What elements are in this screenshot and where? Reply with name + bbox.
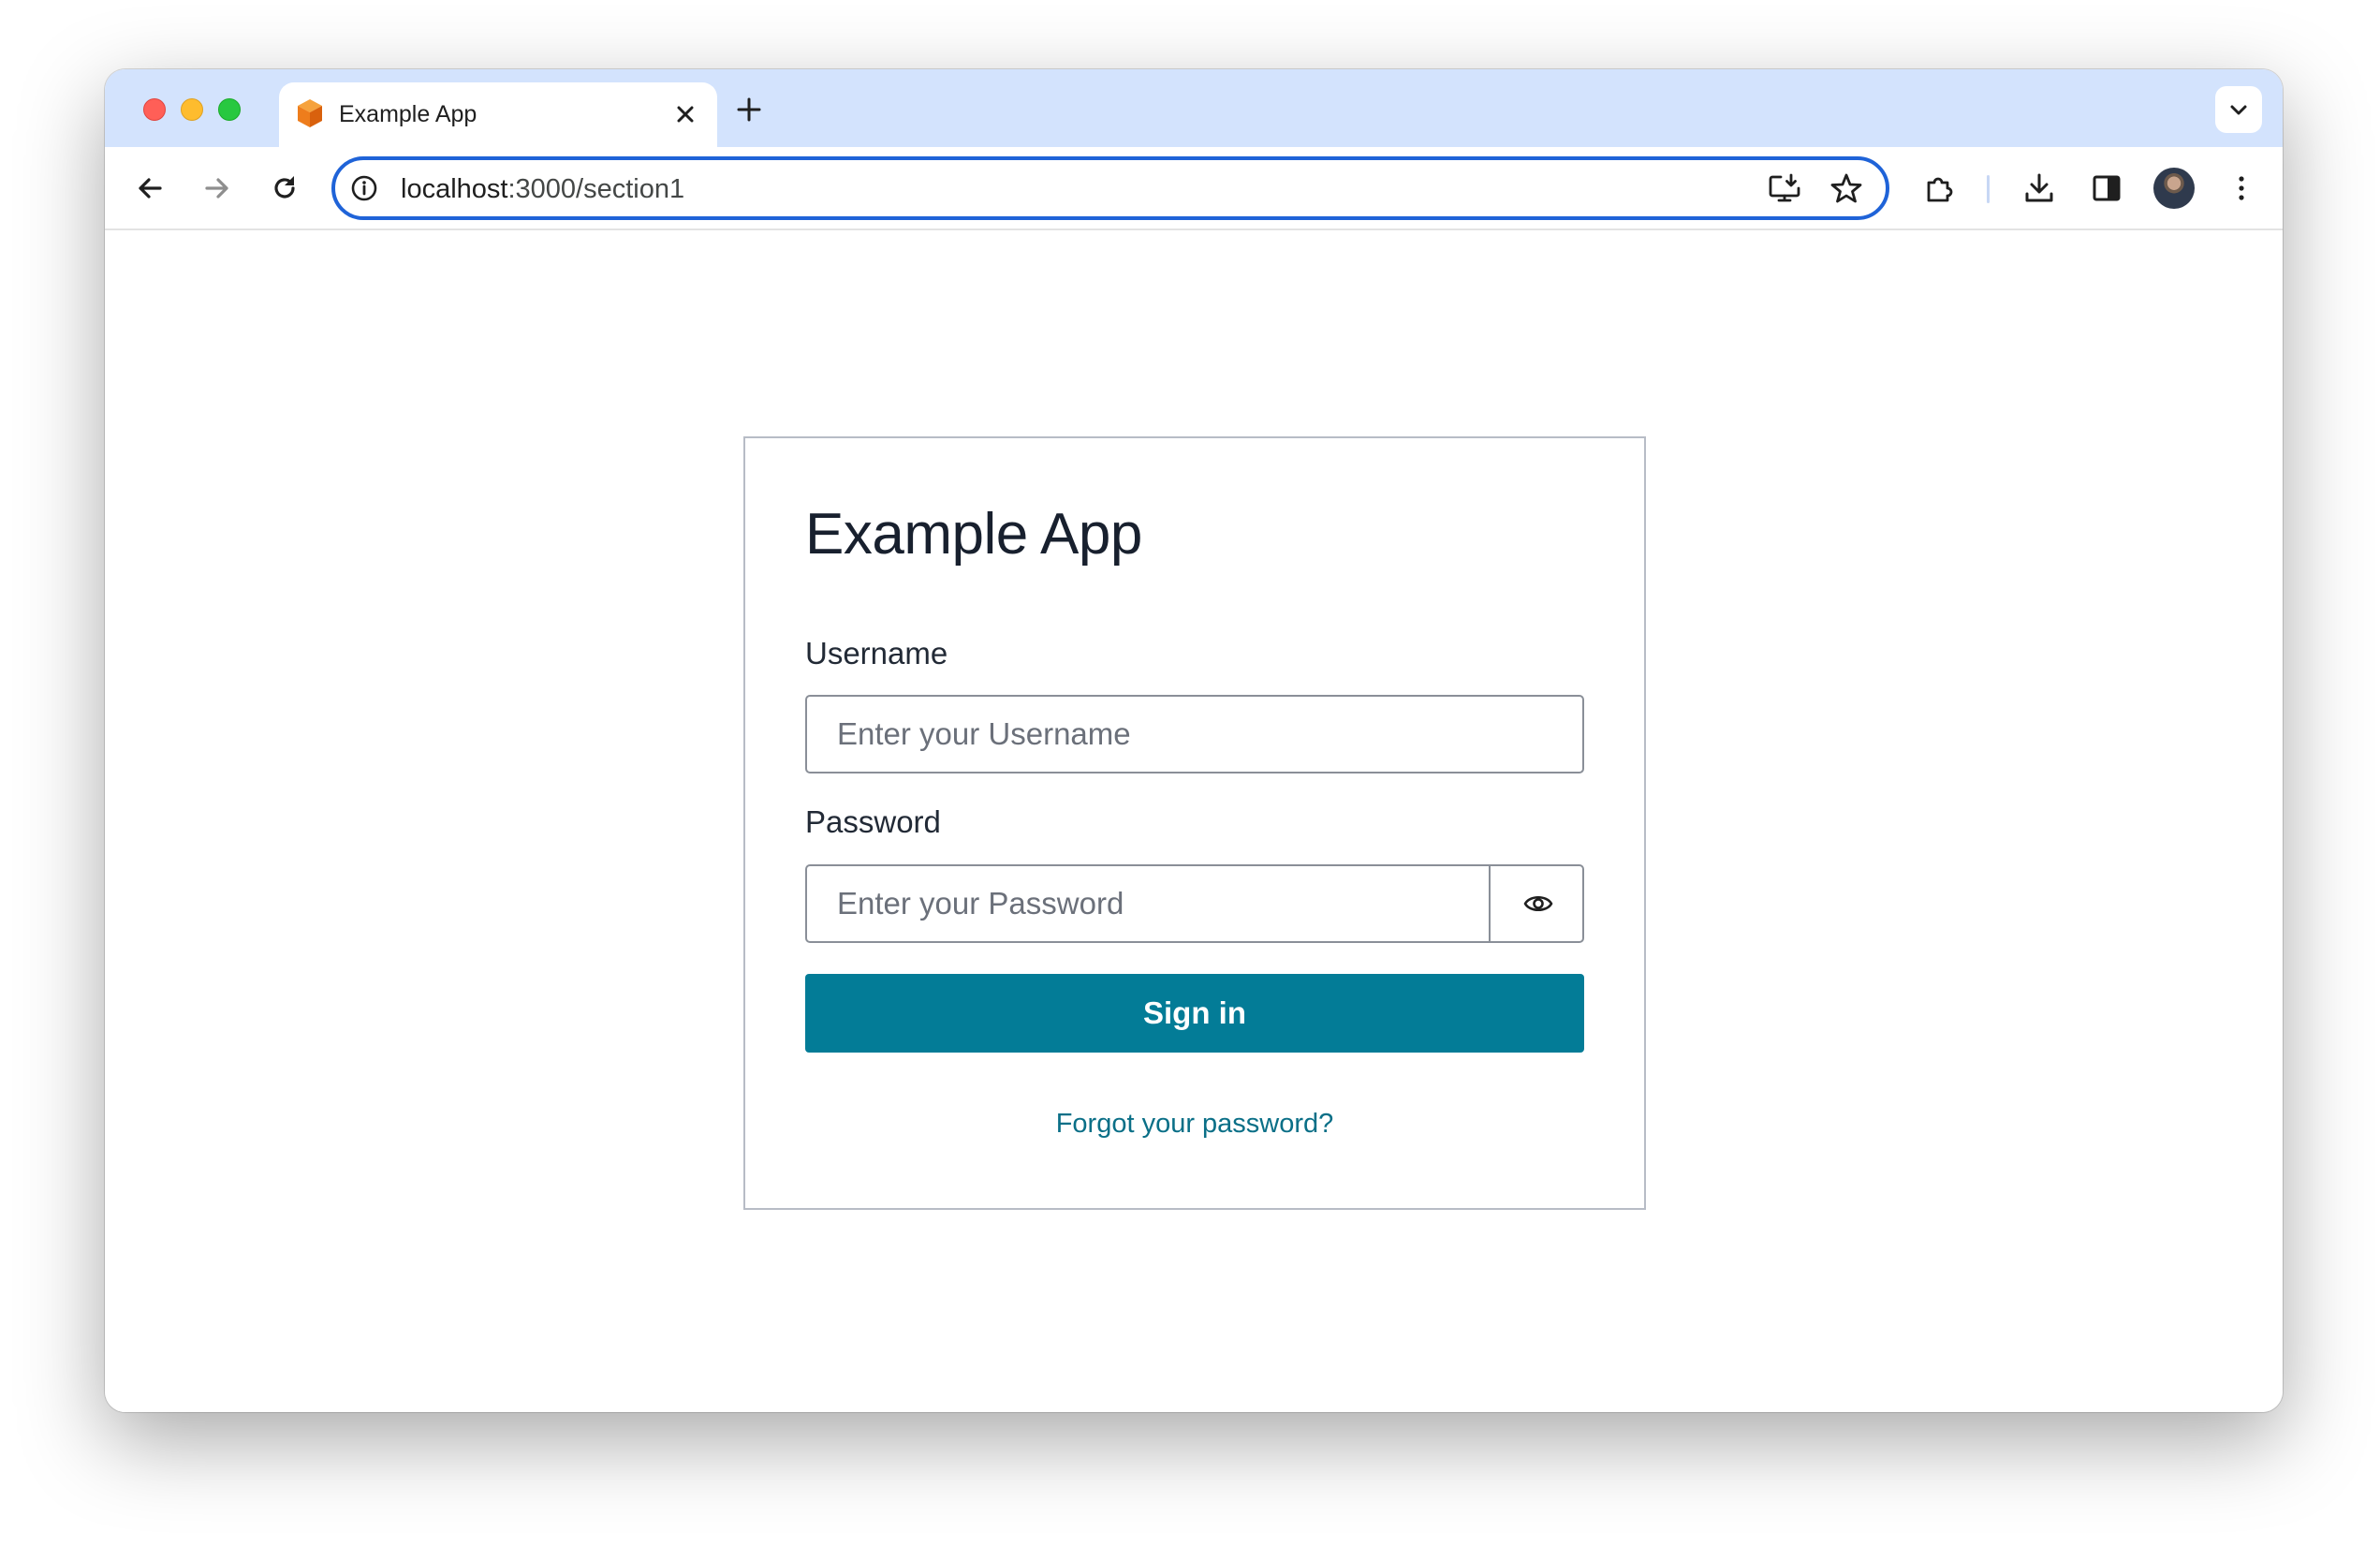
eye-icon [1523,895,1553,912]
tab-title: Example App [339,101,477,127]
close-window-button[interactable] [143,98,166,121]
chevron-down-icon [2230,105,2247,115]
username-label: Username [805,636,948,670]
arrow-right-icon[interactable] [200,171,234,205]
login-card: Example App Username Password Sign in Fo… [743,436,1646,1210]
close-icon[interactable] [672,101,698,127]
password-input[interactable] [805,864,1491,943]
url-text: localhost:3000/section1 [401,173,684,205]
browser-toolbar: localhost:3000/section1 [105,147,2283,230]
forgot-password-link[interactable]: Forgot your password? [745,1107,1644,1141]
plus-icon[interactable] [734,95,764,125]
puzzle-icon[interactable] [1923,171,1957,205]
show-password-button[interactable] [1489,864,1584,943]
toolbar-divider [1987,175,1990,203]
tab-strip: Example App [105,69,2283,147]
install-app-icon[interactable] [1768,171,1801,205]
password-label: Password [805,804,941,839]
url-path: :3000/section1 [507,174,685,204]
minimize-window-button[interactable] [181,98,203,121]
side-panel-icon[interactable] [2090,171,2123,205]
page-content: Example App Username Password Sign in Fo… [105,230,2283,1412]
url-host: localhost [401,174,508,204]
username-input[interactable] [805,695,1584,774]
info-icon[interactable] [350,174,378,202]
browser-window: Example App localhost:3000/section1 Exam… [105,69,2283,1412]
orange-cube-icon [298,99,322,127]
download-icon[interactable] [2022,171,2056,205]
maximize-window-button[interactable] [218,98,241,121]
tab-search-button[interactable] [2215,86,2262,133]
star-icon[interactable] [1829,171,1863,205]
kebab-menu-icon[interactable] [2225,171,2258,205]
sign-in-button[interactable]: Sign in [805,974,1584,1053]
arrow-left-icon[interactable] [133,171,167,205]
tab-example-app[interactable]: Example App [279,82,717,147]
reload-icon[interactable] [268,171,301,205]
avatar[interactable] [2153,168,2195,209]
address-bar[interactable]: localhost:3000/section1 [331,156,1889,220]
page-title: Example App [805,502,1142,567]
